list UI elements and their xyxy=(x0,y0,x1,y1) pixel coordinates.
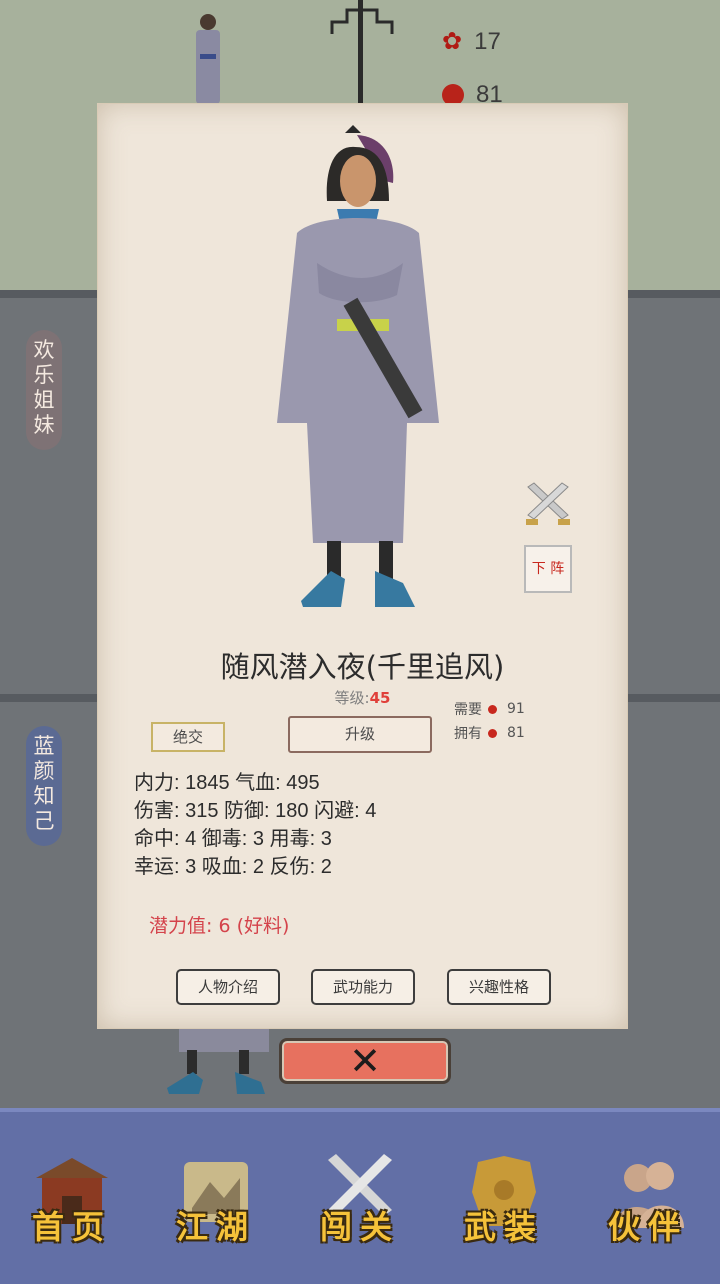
pill-icon xyxy=(488,704,497,714)
dismiss-from-team-button[interactable]: 下 阵 xyxy=(524,545,572,593)
nav-equipment-label: 武装 xyxy=(463,1208,544,1246)
level-line: 等级:45 xyxy=(97,687,628,708)
nav-jianghu-label: 江湖 xyxy=(175,1208,256,1246)
attribute-row: 内力: 1845 气血: 495 xyxy=(134,772,320,794)
attribute-row: 伤害: 315 防御: 180 闪避: 4 xyxy=(134,800,377,822)
nav-challenge[interactable]: 闯关 xyxy=(288,1112,432,1284)
nav-home-label: 首页 xyxy=(31,1208,112,1246)
required-value: 91 xyxy=(507,701,525,717)
door-ornament xyxy=(330,8,394,34)
character-name: 随风潜入夜(千里追风) xyxy=(220,650,505,684)
character-legs xyxy=(167,1028,269,1094)
break-off-button[interactable]: 绝交 xyxy=(151,722,225,752)
pill-icon xyxy=(488,728,497,738)
owned-value: 81 xyxy=(507,725,525,741)
level-value: 45 xyxy=(369,689,391,707)
nav-partners-label: 伙伴 xyxy=(607,1208,688,1246)
nav-jianghu[interactable]: 江湖 xyxy=(144,1112,288,1284)
level-label: 等级: xyxy=(334,689,370,707)
rose-count: 17 xyxy=(474,28,501,55)
partner-detail-dialog: 下 阵 随风潜入夜(千里追风) 等级:45 绝交 升级 需要 91 拥有 81 … xyxy=(97,103,628,1029)
side-tag-happy-sisters[interactable]: 欢 乐 姐 妹 xyxy=(26,330,62,450)
tab-martial-ability[interactable]: 武功能力 xyxy=(311,969,415,1005)
side-tag-blue-confidant[interactable]: 蓝 颜 知 己 xyxy=(26,726,62,846)
upgrade-button[interactable]: 升级 xyxy=(288,716,432,753)
nav-partners[interactable]: 伙伴 xyxy=(576,1112,720,1284)
nav-home[interactable]: 首页 xyxy=(0,1112,144,1284)
character-portrait xyxy=(277,125,439,607)
attribute-row: 幸运: 3 吸血: 2 反伤: 2 xyxy=(134,856,332,878)
crossed-swords-icon[interactable] xyxy=(522,481,574,529)
tab-personality[interactable]: 兴趣性格 xyxy=(447,969,551,1005)
tab-character-intro[interactable]: 人物介绍 xyxy=(176,969,280,1005)
owned-line: 拥有 81 xyxy=(454,723,525,743)
owned-label: 拥有 xyxy=(454,726,482,742)
required-label: 需要 xyxy=(454,702,482,718)
attribute-list: 内力: 1845 气血: 495 伤害: 315 防御: 180 闪避: 4 命… xyxy=(134,769,376,881)
nav-equipment[interactable]: 武装 xyxy=(432,1112,576,1284)
bottom-nav: 首页 江湖 闯关 武装 伙伴 xyxy=(0,1108,720,1284)
background-character xyxy=(196,14,220,104)
required-line: 需要 91 xyxy=(454,699,525,719)
potential-value: 潜力值: 6 (好料) xyxy=(149,915,290,937)
attribute-row: 命中: 4 御毒: 3 用毒: 3 xyxy=(134,828,332,850)
rose-counter: ✿ 17 xyxy=(442,28,501,56)
nav-challenge-label: 闯关 xyxy=(319,1208,400,1246)
rose-icon: ✿ xyxy=(442,28,463,55)
close-button[interactable]: ✕ xyxy=(279,1038,451,1084)
